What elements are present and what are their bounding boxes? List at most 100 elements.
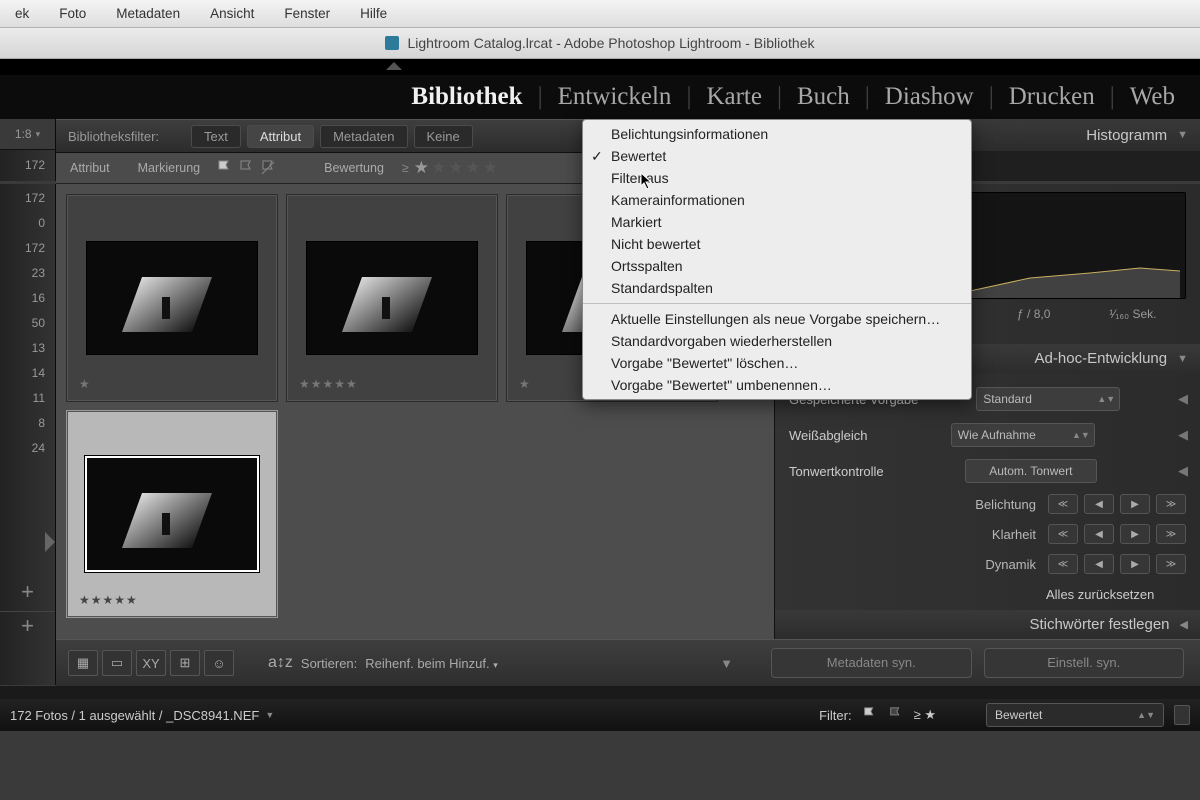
filter-label: Filter: xyxy=(819,708,852,723)
module-buch[interactable]: Buch xyxy=(782,83,865,111)
check-icon: ✓ xyxy=(591,148,603,165)
preset-dropdown[interactable]: Standard▲▼ xyxy=(976,387,1120,411)
flag-unflagged-icon[interactable] xyxy=(238,159,256,177)
collapse-icon: ▼ xyxy=(1177,353,1188,365)
sort-label: Sortieren: xyxy=(301,656,357,671)
expand-icon[interactable]: ◀ xyxy=(1178,427,1186,443)
menu-item[interactable]: Vorgabe "Bewertet" löschen… xyxy=(583,352,971,374)
step-btn[interactable]: ≫ xyxy=(1156,494,1186,514)
flag-rejected-icon[interactable] xyxy=(260,159,278,177)
menu-item[interactable]: Foto xyxy=(44,6,101,21)
step-btn[interactable]: ◀ xyxy=(1084,494,1114,514)
filter-lock-icon[interactable] xyxy=(1174,705,1190,725)
thumbnail-image[interactable] xyxy=(306,241,478,355)
sync-settings-button[interactable]: Einstell. syn. xyxy=(984,648,1185,678)
collapse-icon[interactable]: ▼ xyxy=(1177,129,1188,141)
add-buttons: + + xyxy=(0,579,55,639)
ratio-dropdown[interactable]: 1:8▾ xyxy=(0,119,55,150)
compare-view-icon[interactable]: XY xyxy=(136,650,166,676)
add-button[interactable]: + xyxy=(0,579,55,612)
step-btn[interactable]: ▶ xyxy=(1120,494,1150,514)
rating-stars[interactable]: ★ xyxy=(519,377,531,391)
filter-tab-keine[interactable]: Keine xyxy=(414,125,473,148)
survey-view-icon[interactable]: ⊞ xyxy=(170,650,200,676)
keywords-header[interactable]: Stichwörter festlegen◀ xyxy=(775,610,1200,639)
grid-view-icon[interactable]: ▦ xyxy=(68,650,98,676)
step-btn[interactable]: ≪ xyxy=(1048,524,1078,544)
menu-item[interactable]: Standardvorgaben wiederherstellen xyxy=(583,330,971,352)
thumbnail-image[interactable] xyxy=(86,241,258,355)
os-menubar[interactable]: ek Foto Metadaten Ansicht Fenster Hilfe xyxy=(0,0,1200,28)
menu-item[interactable]: Aktuelle Einstellungen als neue Vorgabe … xyxy=(583,308,971,330)
reset-button[interactable]: Alles zurücksetzen xyxy=(1046,587,1186,602)
rating-label: Bewertung xyxy=(310,161,398,175)
module-entwickeln[interactable]: Entwickeln xyxy=(543,83,687,111)
menu-item[interactable]: Kamerainformationen xyxy=(583,189,971,211)
flag-picked-icon[interactable] xyxy=(862,706,878,725)
module-web[interactable]: Web xyxy=(1115,83,1190,111)
expand-icon[interactable]: ◀ xyxy=(1178,463,1186,479)
thumbnail-image[interactable] xyxy=(85,456,259,572)
thumbnail[interactable]: ★★★★★ xyxy=(286,194,498,402)
rating-stars[interactable]: ★★★★★ xyxy=(299,377,358,391)
toolbar-expand-icon[interactable]: ▼ xyxy=(720,656,733,671)
step-btn[interactable]: ◀ xyxy=(1084,524,1114,544)
menu-item[interactable]: Ansicht xyxy=(195,6,269,21)
filter-tab-text[interactable]: Text xyxy=(191,125,241,148)
sync-metadata-button[interactable]: Metadaten syn. xyxy=(771,648,972,678)
menu-item[interactable]: Fenster xyxy=(269,6,345,21)
status-text[interactable]: 172 Fotos / 1 ausgewählt / _DSC8941.NEF xyxy=(10,708,259,723)
auto-tone-button[interactable]: Autom. Tonwert xyxy=(965,459,1097,483)
step-btn[interactable]: ▶ xyxy=(1120,554,1150,574)
menu-item[interactable]: Hilfe xyxy=(345,6,402,21)
module-diashow[interactable]: Diashow xyxy=(870,83,989,111)
flag-label: Markierung xyxy=(124,161,215,175)
menu-item[interactable]: Vorgabe "Bewertet" umbenennen… xyxy=(583,374,971,396)
grid-toolbar: ▦ ▭ XY ⊞ ☺ a↕z Sortieren: Reihenf. beim … xyxy=(56,639,755,686)
rating-stars[interactable]: ★★★★★ xyxy=(79,593,138,607)
sort-dropdown[interactable]: Reihenf. beim Hinzuf. ▾ xyxy=(365,656,497,671)
flag-rejected-icon[interactable] xyxy=(888,706,904,725)
step-btn[interactable]: ≫ xyxy=(1156,554,1186,574)
loupe-view-icon[interactable]: ▭ xyxy=(102,650,132,676)
sort-direction-icon[interactable]: a↕z xyxy=(268,654,293,672)
step-btn[interactable]: ◀ xyxy=(1084,554,1114,574)
step-btn[interactable]: ▶ xyxy=(1120,524,1150,544)
step-btn[interactable]: ≫ xyxy=(1156,524,1186,544)
rating-filter[interactable]: ≥ ★ xyxy=(914,707,936,723)
menu-item[interactable]: Metadaten xyxy=(101,6,195,21)
flag-picked-icon[interactable] xyxy=(216,159,234,177)
menu-item-checked[interactable]: ✓Bewertet xyxy=(583,145,971,167)
menu-item[interactable]: Belichtungsinformationen xyxy=(583,123,971,145)
dropdown-icon[interactable]: ▼ xyxy=(265,710,274,720)
add-button[interactable]: + xyxy=(21,613,34,639)
filter-tab-metadaten[interactable]: Metadaten xyxy=(320,125,407,148)
collapse-icon: ◀ xyxy=(1180,618,1188,631)
filter-preset-menu[interactable]: Belichtungsinformationen ✓Bewertet Filte… xyxy=(582,119,972,400)
rating-stars[interactable]: ★★★★★ xyxy=(413,158,499,178)
window-titlebar: Lightroom Catalog.lrcat - Adobe Photosho… xyxy=(0,28,1200,59)
panel-expand-icon[interactable] xyxy=(45,532,55,552)
thumbnail[interactable]: ★ xyxy=(66,194,278,402)
filmstrip-area[interactable] xyxy=(0,686,1200,699)
people-view-icon[interactable]: ☺ xyxy=(204,650,234,676)
rating-op-icon[interactable]: ≥ xyxy=(402,161,409,175)
menu-item[interactable]: Ortsspalten xyxy=(583,255,971,277)
wb-dropdown[interactable]: Wie Aufnahme▲▼ xyxy=(951,423,1095,447)
thumbnail-selected[interactable]: ★★★★★ xyxy=(66,410,278,618)
expand-icon[interactable]: ◀ xyxy=(1178,391,1186,407)
filter-tab-attribut[interactable]: Attribut xyxy=(247,125,314,148)
attr-label: Attribut xyxy=(56,161,124,175)
menu-item[interactable]: Markiert xyxy=(583,211,971,233)
module-bibliothek[interactable]: Bibliothek xyxy=(396,83,537,111)
step-btn[interactable]: ≪ xyxy=(1048,494,1078,514)
menu-item[interactable]: Nicht bewertet xyxy=(583,233,971,255)
step-btn[interactable]: ≪ xyxy=(1048,554,1078,574)
module-karte[interactable]: Karte xyxy=(691,83,777,111)
module-drucken[interactable]: Drucken xyxy=(994,83,1110,111)
panel-grip-icon[interactable] xyxy=(386,62,402,70)
filter-preset-dropdown[interactable]: Bewertet▲▼ xyxy=(986,703,1164,727)
rating-stars[interactable]: ★ xyxy=(79,377,91,391)
menu-item[interactable]: Standardspalten xyxy=(583,277,971,299)
menu-item[interactable]: ek xyxy=(0,6,44,21)
